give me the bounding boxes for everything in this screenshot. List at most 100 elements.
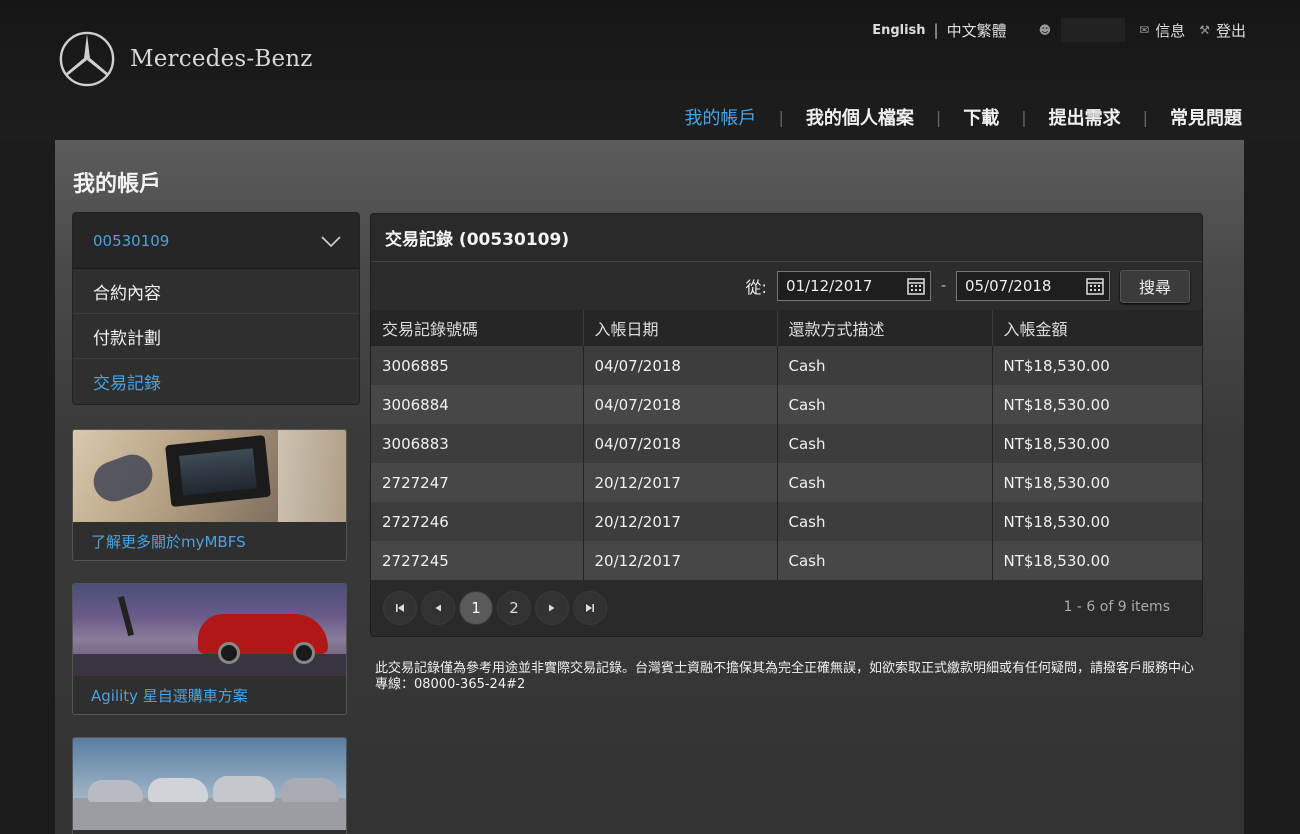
nav-separator: | [778,107,784,127]
utility-bar: English | 中文繁體 ☻ ✉ 信息 ⚒ 登出 [872,18,1246,42]
next-page-icon [549,604,555,612]
brand-name: Mercedes-Benz [130,46,313,72]
cell-posting-date: 20/12/2017 [583,502,778,541]
user-icon: ☻ [1038,23,1052,37]
cell-amount: NT$18,530.00 [992,463,1202,502]
cell-amount: NT$18,530.00 [992,346,1202,385]
table-header-row: 交易記錄號碼 入帳日期 還款方式描述 入帳金額 [371,310,1202,346]
cell-posting-date: 04/07/2018 [583,346,778,385]
table-row: 3006885 04/07/2018 Cash NT$18,530.00 [371,346,1202,385]
red-car-photo [73,584,346,676]
col-transaction-number[interactable]: 交易記錄號碼 [371,310,584,346]
pagination: 1 2 1 - 6 of 9 items [371,580,1202,636]
date-filter: 從: - 搜尋 [371,262,1202,310]
messages-label: 信息 [1155,21,1186,40]
messages-link[interactable]: ✉ 信息 [1139,20,1185,41]
cell-posting-date: 04/07/2018 [583,424,778,463]
disclaimer-text: 此交易記錄僅為參考用途並非實際交易記錄。台灣賓士資融不擔保其為完全正確無誤，如欲… [375,661,1195,692]
account-number: 00530109 [93,231,170,250]
cell-payment-method: Cash [777,385,993,424]
page-title: 我的帳戶 [73,172,162,197]
table-row: 2727245 20/12/2017 Cash NT$18,530.00 [371,541,1202,580]
logout-link[interactable]: ⚒ 登出 [1199,20,1246,41]
account-selector[interactable]: 00530109 [73,213,359,269]
page-1-button[interactable]: 1 [459,591,493,625]
cell-posting-date: 20/12/2017 [583,541,778,580]
nav-my-profile[interactable]: 我的個人檔案 [806,104,914,130]
cell-transaction-number: 3006884 [371,385,584,424]
nav-downloads[interactable]: 下載 [963,104,999,130]
page-2-button[interactable]: 2 [497,591,531,625]
lang-separator: | [933,21,939,39]
cell-payment-method: Cash [777,541,993,580]
transactions-title: 交易記錄 (00530109) [371,214,1202,262]
table-row: 2727246 20/12/2017 Cash NT$18,530.00 [371,502,1202,541]
from-label: 從: [745,278,767,297]
to-date-field[interactable] [956,271,1110,301]
promo-card-mymbfs[interactable]: 了解更多關於myMBFS [72,429,347,561]
nav-faq[interactable]: 常見問題 [1170,104,1242,130]
promo-card-agility[interactable]: Agility 星自選購車方案 [72,583,347,715]
last-page-button[interactable] [573,591,607,625]
table-row: 3006883 04/07/2018 Cash NT$18,530.00 [371,424,1202,463]
key-icon: ⚒ [1199,23,1210,37]
lang-chinese-link[interactable]: 中文繁體 [947,20,1007,41]
nav-separator: | [1142,107,1148,127]
from-date-field[interactable] [776,271,931,301]
last-page-icon [586,604,594,612]
mercedes-star-icon [59,31,115,87]
nav-separator: | [935,107,942,127]
prev-page-icon [435,604,441,612]
nav-separator: | [1021,107,1027,127]
transactions-table: 交易記錄號碼 入帳日期 還款方式描述 入帳金額 3006885 04/07/20… [371,310,1202,580]
main-nav: 我的帳戶 | 我的個人檔案 | 下載 | 提出需求 | 常見問題 [684,104,1242,130]
cell-amount: NT$18,530.00 [992,385,1202,424]
first-page-button[interactable] [383,591,417,625]
pagination-info: 1 - 6 of 9 items [1063,599,1170,615]
cell-payment-method: Cash [777,424,993,463]
brand-logo[interactable]: Mercedes-Benz [58,30,313,88]
cell-payment-method: Cash [777,463,993,502]
nav-requests[interactable]: 提出需求 [1049,104,1121,130]
col-payment-method[interactable]: 還款方式描述 [777,310,993,346]
transactions-panel: 交易記錄 (00530109) 從: - [370,213,1203,637]
cell-posting-date: 20/12/2017 [583,463,778,502]
promo-card-lineup[interactable] [72,737,347,834]
username-display [1061,18,1126,42]
cell-amount: NT$18,530.00 [992,424,1202,463]
table-row: 2727247 20/12/2017 Cash NT$18,530.00 [371,463,1202,502]
cell-transaction-number: 3006883 [371,424,584,463]
to-date-input[interactable] [965,277,1075,295]
search-button[interactable]: 搜尋 [1120,269,1190,303]
calendar-icon[interactable] [906,276,926,296]
cell-transaction-number: 3006885 [371,346,584,385]
promo-caption: 了解更多關於myMBFS [91,532,246,551]
promo-caption: Agility 星自選購車方案 [91,686,248,705]
table-row: 3006884 04/07/2018 Cash NT$18,530.00 [371,385,1202,424]
calendar-icon[interactable] [1085,276,1105,296]
site-header: Mercedes-Benz English | 中文繁體 ☻ ✉ 信息 ⚒ 登出… [0,0,1300,140]
cell-transaction-number: 2727246 [371,502,584,541]
logout-label: 登出 [1215,21,1246,40]
from-date-input[interactable] [785,277,896,295]
cell-amount: NT$18,530.00 [992,541,1202,580]
col-amount[interactable]: 入帳金額 [992,310,1202,346]
menu-payment-plan[interactable]: 付款計劃 [73,314,359,359]
account-menu: 00530109 合約內容 付款計劃 交易記錄 [72,212,360,405]
col-posting-date[interactable]: 入帳日期 [583,310,778,346]
menu-contract-details[interactable]: 合約內容 [73,269,359,314]
mail-icon: ✉ [1139,23,1150,37]
chevron-down-icon [321,235,341,247]
prev-page-button[interactable] [421,591,455,625]
lang-english-link[interactable]: English [872,23,925,38]
first-page-icon [396,604,404,612]
cell-amount: NT$18,530.00 [992,502,1202,541]
menu-transactions[interactable]: 交易記錄 [73,359,359,404]
nav-my-account[interactable]: 我的帳戶 [684,104,756,130]
cell-posting-date: 04/07/2018 [583,385,778,424]
next-page-button[interactable] [535,591,569,625]
content-panel: 我的帳戶 00530109 合約內容 付款計劃 交易記錄 了解更多關於myMBF… [55,140,1244,834]
date-range-separator: - [940,278,946,294]
tablet-photo [73,430,346,522]
cell-payment-method: Cash [777,346,993,385]
